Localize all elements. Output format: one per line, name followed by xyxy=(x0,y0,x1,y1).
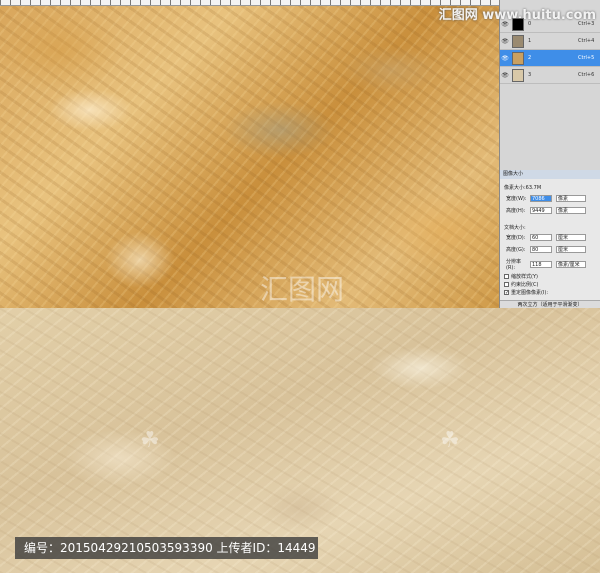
layer-name: 0 xyxy=(528,21,532,27)
pixel-dimensions-label: 像素大小:63.7M xyxy=(504,185,542,191)
doc-height-input[interactable]: 80 xyxy=(530,246,552,253)
resolution-input[interactable]: 118 xyxy=(530,261,552,268)
layer-row[interactable]: 👁 1 Ctrl+4 xyxy=(500,33,600,50)
resolution-row: 分辨率(R): 118 像素/厘米 xyxy=(506,258,586,271)
visibility-eye-icon[interactable]: 👁 xyxy=(500,55,510,62)
marble-image-bottom: ☘ ☘ 汇图网 xyxy=(0,273,600,573)
pixel-height-row: 高度(H): 9449 像素 xyxy=(506,207,586,214)
marble-image-top xyxy=(0,0,500,308)
doc-height-row: 高度(G): 80 厘米 xyxy=(506,246,586,253)
layers-panel: 汇图网 www.huitu.com 👁 0 Ctrl+3 👁 1 Ctrl+4 … xyxy=(439,0,600,170)
height-unit-select[interactable]: 像素 xyxy=(556,207,586,214)
dialog-title: 图像大小 xyxy=(500,170,600,179)
layer-shortcut: Ctrl+3 xyxy=(578,21,595,27)
watermark-logo-text: 汇图网 xyxy=(260,273,345,306)
caption-label: 编号： xyxy=(24,541,61,555)
layer-thumbnail xyxy=(512,68,524,82)
doc-width-input[interactable]: 60 xyxy=(530,234,552,241)
watermark-logo-icon: ☘ xyxy=(440,428,460,453)
layer-shortcut: Ctrl+4 xyxy=(578,38,595,44)
visibility-eye-icon[interactable]: 👁 xyxy=(500,21,510,28)
resolution-unit-select[interactable]: 像素/厘米 xyxy=(556,261,586,268)
resample-label: 重定图像像素(I): xyxy=(511,290,549,296)
top-ruler xyxy=(0,0,500,6)
scale-styles-checkbox[interactable]: 缩放样式(Y) xyxy=(504,273,538,280)
document-size-label: 文档大小: xyxy=(504,225,526,231)
caption-id: 20150429210503593390 xyxy=(60,541,213,555)
width-label: 宽度(W): xyxy=(506,196,527,202)
layer-row[interactable]: 👁 3 Ctrl+6 xyxy=(500,67,600,84)
height-label: 高度(H): xyxy=(506,208,526,214)
resample-checkbox[interactable]: ✓ 重定图像像素(I): xyxy=(504,289,548,296)
constrain-label: 约束比例(C) xyxy=(511,282,539,288)
doc-height-label: 高度(G): xyxy=(506,247,526,253)
layer-name: 3 xyxy=(528,72,532,78)
image-size-dialog: 图像大小 像素大小:63.7M 宽度(W): 7086 像素 高度(H): 94… xyxy=(499,170,600,308)
layer-shortcut: Ctrl+6 xyxy=(578,72,595,78)
doc-height-unit-select[interactable]: 厘米 xyxy=(556,246,586,253)
layer-row-selected[interactable]: 👁 2 Ctrl+5 xyxy=(500,50,600,67)
uploader-id: 14449 xyxy=(277,541,316,555)
checkbox-box[interactable] xyxy=(504,274,509,279)
layer-thumbnail xyxy=(512,34,524,48)
uploader-label: 上传者ID： xyxy=(212,541,278,555)
layer-thumbnail xyxy=(512,51,524,65)
doc-width-unit-select[interactable]: 厘米 xyxy=(556,234,586,241)
scale-styles-label: 缩放样式(Y) xyxy=(511,274,538,280)
check-icon[interactable]: ✓ xyxy=(504,290,509,296)
doc-width-row: 宽度(D): 60 厘米 xyxy=(506,234,586,241)
layer-name: 1 xyxy=(528,38,532,44)
visibility-eye-icon[interactable]: 👁 xyxy=(500,38,510,45)
constrain-proportions-checkbox[interactable]: 约束比例(C) xyxy=(504,281,538,288)
resample-method-select[interactable]: 两次立方（适用于平滑渐变） xyxy=(500,300,600,308)
layer-name: 2 xyxy=(528,55,532,61)
layer-row[interactable]: 👁 0 Ctrl+3 xyxy=(500,16,600,33)
watermark-logo-icon: ☘ xyxy=(140,428,160,453)
height-input[interactable]: 9449 xyxy=(530,207,552,214)
width-input[interactable]: 7086 xyxy=(530,195,552,202)
resolution-label: 分辨率(R): xyxy=(506,259,522,271)
doc-width-label: 宽度(D): xyxy=(506,235,526,241)
layer-shortcut: Ctrl+5 xyxy=(578,55,595,61)
visibility-eye-icon[interactable]: 👁 xyxy=(500,72,510,79)
checkbox-box[interactable] xyxy=(504,282,509,287)
layer-thumbnail xyxy=(512,17,524,31)
pixel-width-row: 宽度(W): 7086 像素 xyxy=(506,195,586,202)
width-unit-select[interactable]: 像素 xyxy=(556,195,586,202)
image-id-caption: 编号：20150429210503593390 上传者ID：14449 xyxy=(15,537,318,559)
